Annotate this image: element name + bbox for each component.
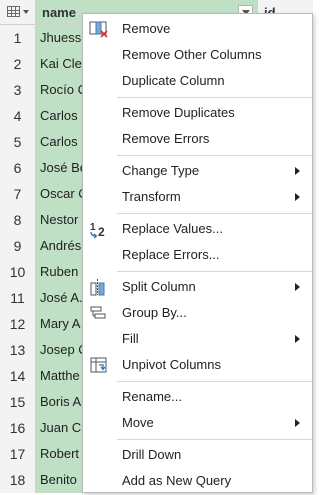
menu-item-label: Replace Values... xyxy=(122,221,223,236)
submenu-arrow-icon xyxy=(295,335,300,343)
column-header-label: name xyxy=(42,5,76,20)
menu-item-unpivot-columns[interactable]: Unpivot Columns xyxy=(83,352,312,378)
menu-item-add-as-new-query[interactable]: Add as New Query xyxy=(83,468,312,494)
menu-item-change-type[interactable]: Change Type xyxy=(83,158,312,184)
menu-item-replace-errors[interactable]: Replace Errors... xyxy=(83,242,312,268)
row-number: 11 xyxy=(0,285,36,311)
menu-item-duplicate-column[interactable]: Duplicate Column xyxy=(83,68,312,94)
table-menu-button[interactable] xyxy=(0,0,36,25)
menu-item-replace-values[interactable]: 1 2 Replace Values... xyxy=(83,216,312,242)
row-number: 8 xyxy=(0,207,36,233)
row-number: 15 xyxy=(0,389,36,415)
row-number: 1 xyxy=(0,25,36,51)
menu-item-remove-other-columns[interactable]: Remove Other Columns xyxy=(83,42,312,68)
menu-item-label: Group By... xyxy=(122,305,187,320)
menu-item-label: Replace Errors... xyxy=(122,247,220,262)
replace-values-icon: 1 2 xyxy=(90,222,105,238)
menu-item-group-by[interactable]: Group By... xyxy=(83,300,312,326)
svg-text:1: 1 xyxy=(90,222,96,233)
menu-item-label: Duplicate Column xyxy=(122,73,225,88)
row-number: 5 xyxy=(0,129,36,155)
svg-text:2: 2 xyxy=(98,225,105,238)
split-column-icon xyxy=(90,279,105,296)
unpivot-columns-icon xyxy=(90,357,107,373)
menu-item-label: Unpivot Columns xyxy=(122,357,221,372)
menu-item-label: Remove Other Columns xyxy=(122,47,262,62)
row-number: 16 xyxy=(0,415,36,441)
menu-item-label: Remove Errors xyxy=(122,131,210,146)
menu-separator xyxy=(117,271,312,272)
table-icon xyxy=(7,6,20,17)
menu-item-move[interactable]: Move xyxy=(83,410,312,436)
menu-item-label: Move xyxy=(122,415,154,430)
row-number: 9 xyxy=(0,233,36,259)
submenu-arrow-icon xyxy=(295,167,300,175)
row-number: 14 xyxy=(0,363,36,389)
row-number: 18 xyxy=(0,467,36,493)
menu-item-label: Drill Down xyxy=(122,447,182,462)
menu-item-label: Fill xyxy=(122,331,139,346)
menu-item-drill-down[interactable]: Drill Down xyxy=(83,442,312,468)
submenu-arrow-icon xyxy=(295,419,300,427)
menu-item-label: Remove Duplicates xyxy=(122,105,235,120)
row-number: 3 xyxy=(0,77,36,103)
menu-item-remove-duplicates[interactable]: Remove Duplicates xyxy=(83,100,312,126)
row-number: 13 xyxy=(0,337,36,363)
menu-item-label: Add as New Query xyxy=(122,473,232,488)
remove-column-icon xyxy=(89,21,108,38)
menu-item-label: Remove xyxy=(122,21,171,36)
menu-separator xyxy=(117,381,312,382)
menu-item-remove[interactable]: Remove xyxy=(83,16,312,42)
menu-item-rename[interactable]: Rename... xyxy=(83,384,312,410)
menu-item-split-column[interactable]: Split Column xyxy=(83,274,312,300)
row-number: 6 xyxy=(0,155,36,181)
submenu-arrow-icon xyxy=(295,283,300,291)
menu-separator xyxy=(117,155,312,156)
row-number: 7 xyxy=(0,181,36,207)
menu-item-label: Rename... xyxy=(122,389,182,404)
group-by-icon xyxy=(90,306,106,319)
submenu-arrow-icon xyxy=(295,193,300,201)
menu-separator xyxy=(117,439,312,440)
chevron-down-icon xyxy=(23,10,29,14)
menu-item-label: Change Type xyxy=(122,163,200,178)
menu-separator xyxy=(117,213,312,214)
menu-item-label: Transform xyxy=(122,189,181,204)
menu-item-remove-errors[interactable]: Remove Errors xyxy=(83,126,312,152)
menu-item-transform[interactable]: Transform xyxy=(83,184,312,210)
row-number: 12 xyxy=(0,311,36,337)
row-number: 10 xyxy=(0,259,36,285)
row-number: 2 xyxy=(0,51,36,77)
menu-item-label: Split Column xyxy=(122,279,196,294)
row-number: 17 xyxy=(0,441,36,467)
menu-item-fill[interactable]: Fill xyxy=(83,326,312,352)
menu-separator xyxy=(117,97,312,98)
row-number: 4 xyxy=(0,103,36,129)
column-context-menu: Remove Remove Other Columns Duplicate Co… xyxy=(82,13,313,493)
